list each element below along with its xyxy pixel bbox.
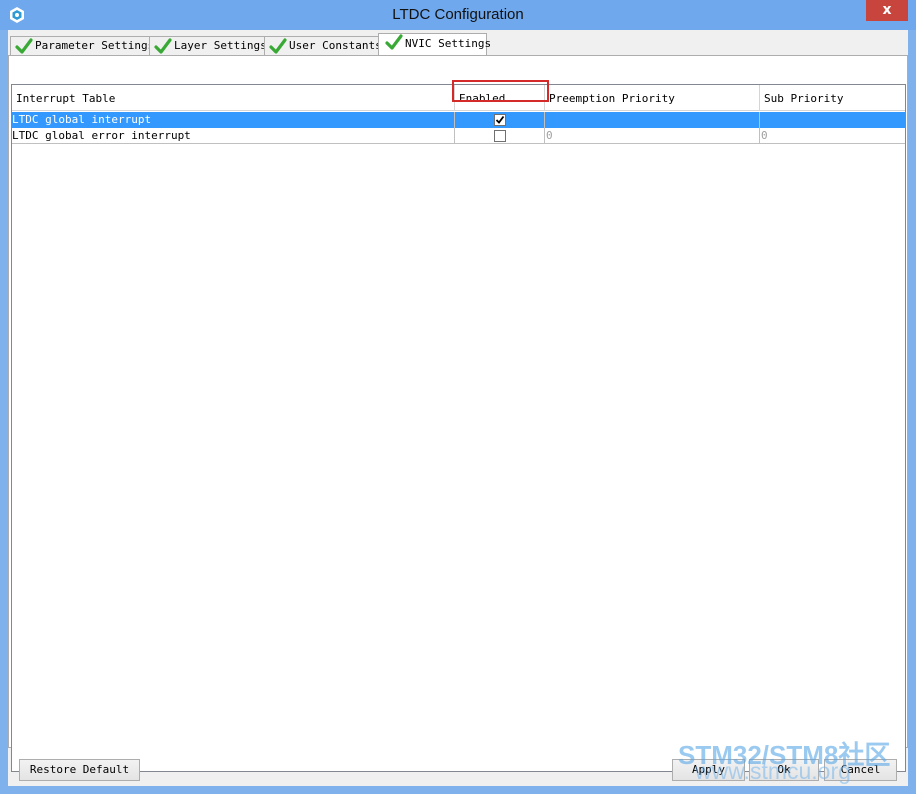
enabled-checkbox[interactable]	[494, 130, 506, 142]
enabled-cell	[455, 112, 545, 128]
enabled-checkbox[interactable]	[494, 114, 506, 126]
dialog-client: Parameter Settings Layer Settings User C…	[8, 30, 908, 786]
tab-layer-settings[interactable]: Layer Settings	[149, 36, 267, 55]
tab-nvic-settings[interactable]: NVIC Settings	[378, 33, 491, 56]
enabled-cell	[455, 128, 545, 144]
interrupt-table: Interrupt Table Enabled Preemption Prior…	[11, 84, 906, 772]
tab-label: Layer Settings	[174, 39, 267, 52]
green-check-icon	[15, 38, 33, 54]
tab-bar: Parameter Settings Layer Settings User C…	[8, 30, 908, 56]
nvic-panel: Interrupt Table Enabled Preemption Prior…	[8, 55, 908, 772]
tab-label: User Constants	[289, 39, 382, 52]
tab-user-constants[interactable]: User Constants	[264, 36, 382, 55]
preemption-priority-cell[interactable]: 0	[545, 128, 760, 144]
column-header-preemption[interactable]: Preemption Priority	[545, 85, 760, 110]
checkmark-icon	[495, 115, 505, 124]
title-bar[interactable]: LTDC Configuration x	[0, 0, 916, 30]
interrupt-name: LTDC global error interrupt	[12, 128, 455, 144]
table-row[interactable]: LTDC global interrupt	[12, 112, 905, 128]
restore-default-button[interactable]: Restore Default	[19, 759, 140, 781]
enabled-highlight-box	[452, 80, 549, 102]
sub-priority-cell[interactable]	[760, 112, 905, 128]
column-header-interrupt[interactable]: Interrupt Table	[12, 85, 455, 110]
interrupt-name: LTDC global interrupt	[12, 112, 455, 128]
window-title: LTDC Configuration	[392, 6, 524, 23]
table-row[interactable]: LTDC global error interrupt 0 0	[12, 128, 905, 144]
tab-parameter-settings[interactable]: Parameter Settings	[10, 36, 154, 55]
green-check-icon	[154, 38, 172, 54]
column-header-sub-priority[interactable]: Sub Priority	[760, 85, 905, 110]
sub-priority-cell[interactable]: 0	[760, 128, 905, 144]
watermark-url: www.stmcu.org	[695, 758, 851, 784]
tab-label: Parameter Settings	[35, 39, 155, 52]
green-check-icon	[385, 34, 403, 50]
tab-label: NVIC Settings	[405, 37, 492, 50]
close-button[interactable]: x	[866, 0, 908, 21]
preemption-priority-cell[interactable]	[545, 112, 760, 128]
green-check-icon	[269, 38, 287, 54]
